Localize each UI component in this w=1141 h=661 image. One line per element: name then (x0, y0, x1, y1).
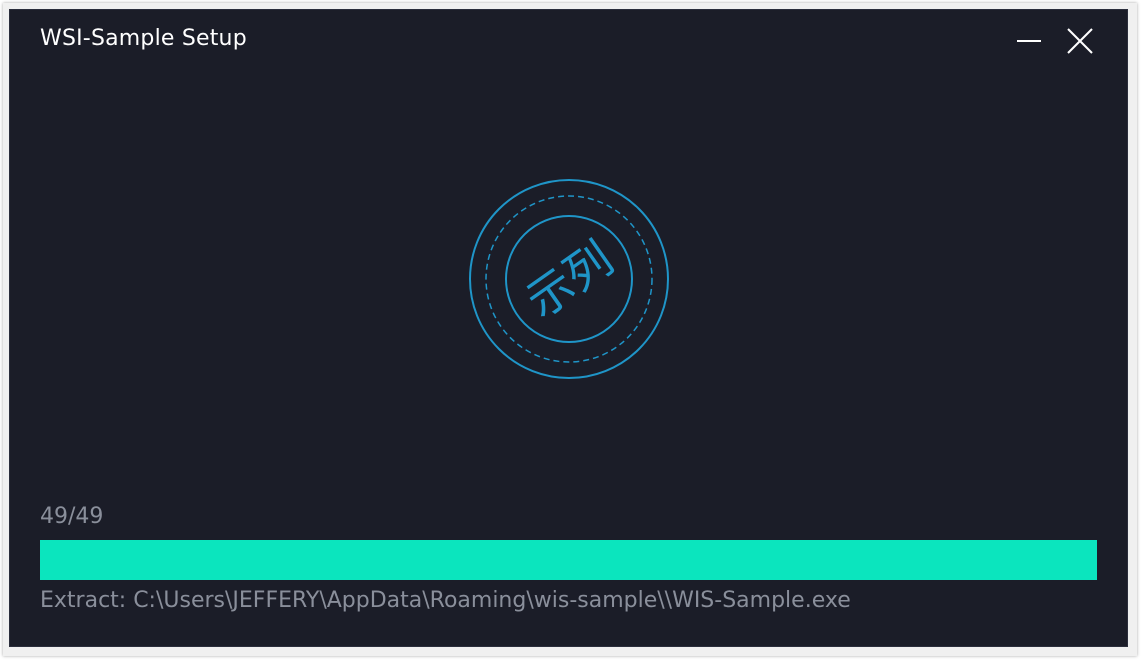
window-title: WSI-Sample Setup (40, 26, 247, 51)
minimize-button[interactable] (1012, 24, 1046, 58)
progress-count: 49/49 (40, 504, 104, 529)
status-text: Extract: C:\Users\JEFFERY\AppData\Roamin… (40, 588, 851, 613)
seal-logo: 示列 (464, 174, 674, 384)
setup-window: WSI-Sample Setup 示列 49/49 Extract: C:\Us… (9, 9, 1128, 647)
progress-bar (40, 540, 1097, 580)
close-button[interactable] (1063, 24, 1097, 58)
progress-fill (40, 540, 1097, 580)
minimize-icon (1017, 40, 1041, 42)
close-icon (1067, 28, 1093, 54)
seal-text: 示列 (516, 231, 622, 328)
